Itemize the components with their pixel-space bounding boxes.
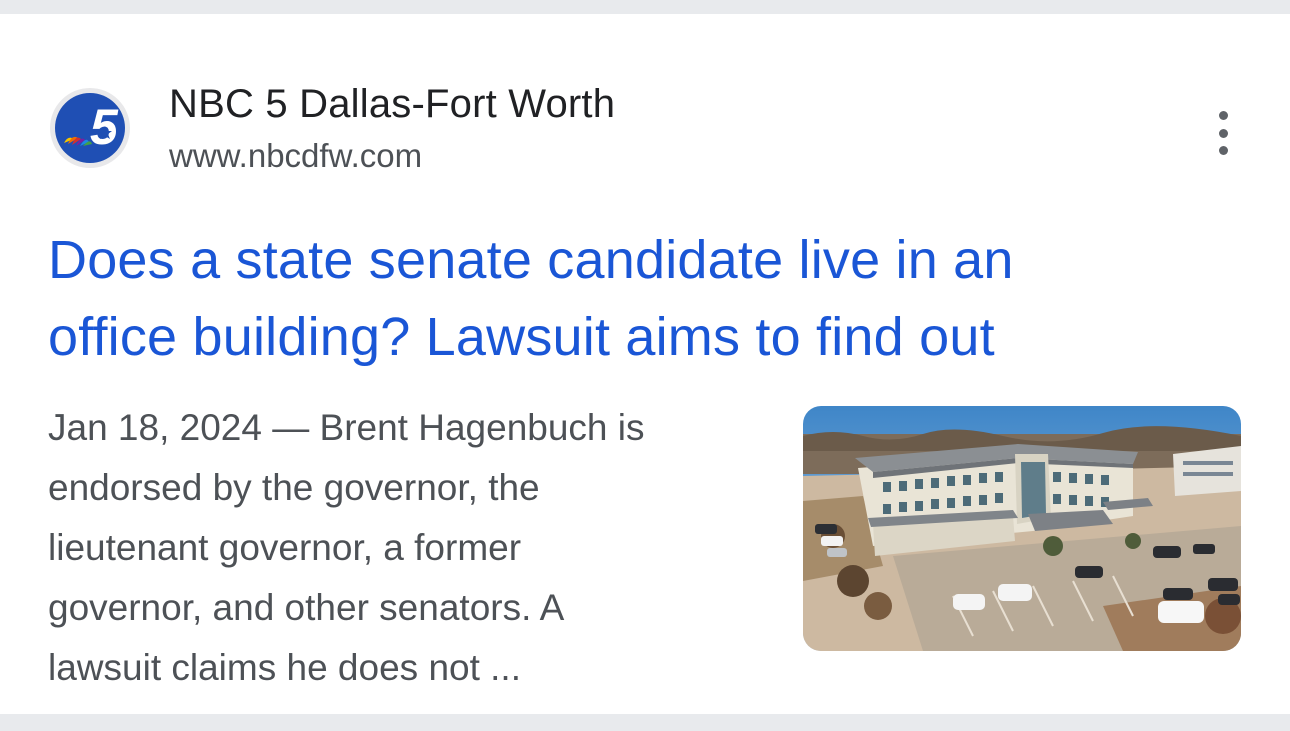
source-name[interactable]: NBC 5 Dallas-Fort Worth [169, 82, 615, 127]
snippet-line: endorsed by the governor, the [48, 467, 540, 508]
snippet-line: Jan 18, 2024 — Brent Hagenbuch is [48, 407, 645, 448]
office-building-photo[interactable] [803, 406, 1241, 651]
headline-line: office building? Lawsuit aims to find ou… [48, 307, 995, 367]
svg-text:5: 5 [90, 99, 119, 155]
snippet-line: lieutenant governor, a former [48, 527, 522, 568]
nbc5-logo-icon[interactable]: 5 [50, 88, 130, 168]
kebab-dot [1218, 111, 1228, 120]
snippet-line: governor, and other senators. A [48, 587, 565, 628]
result-headline-link[interactable]: Does a state senate candidate live in an… [48, 222, 1188, 376]
headline-line: Does a state senate candidate live in an [48, 230, 1014, 290]
snippet-line: lawsuit claims he does not ... [48, 647, 521, 688]
result-snippet: Jan 18, 2024 — Brent Hagenbuch is endors… [48, 398, 788, 698]
kebab-dot [1218, 146, 1228, 155]
kebab-dot [1218, 128, 1228, 138]
search-result-card: 5 NBC 5 Dallas-Fort Worth www.nbcdfw.com… [0, 14, 1290, 714]
source-url[interactable]: www.nbcdfw.com [169, 137, 422, 175]
more-vert-icon[interactable] [1205, 111, 1241, 155]
